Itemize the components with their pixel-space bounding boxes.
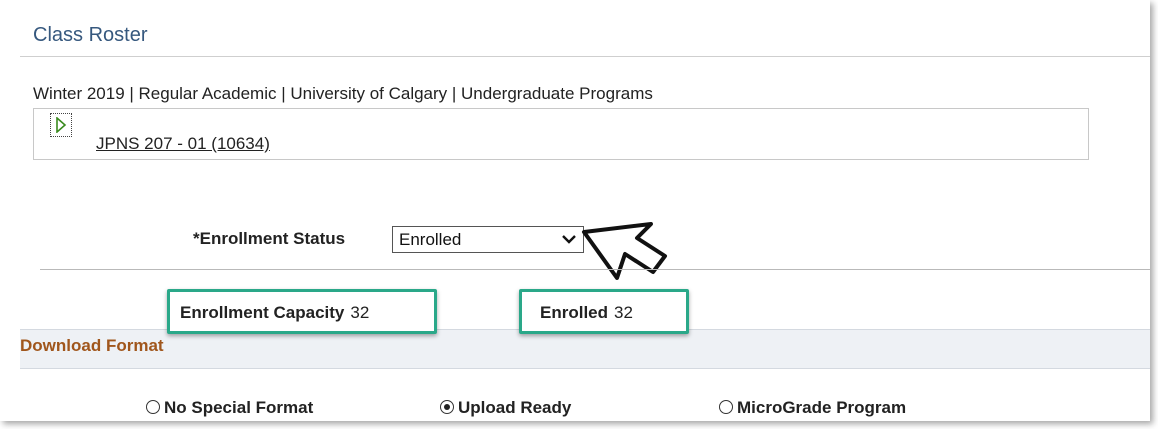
class-roster-panel: Class Roster Winter 2019 | Regular Acade… bbox=[0, 0, 1150, 421]
radio-label: No Special Format bbox=[164, 398, 314, 417]
enrollment-status-value: Enrolled bbox=[399, 230, 462, 249]
enrolled-label: Enrolled bbox=[540, 303, 609, 322]
radio-upload-ready[interactable]: Upload Ready bbox=[440, 398, 571, 418]
enrollment-capacity-value: 32 bbox=[350, 303, 370, 322]
radio-no-special-format[interactable]: No Special Format bbox=[146, 398, 313, 418]
radio-micrograde-program[interactable]: MicroGrade Program bbox=[719, 398, 906, 418]
term-info: Winter 2019 | Regular Academic | Univers… bbox=[33, 84, 653, 103]
chevron-down-icon bbox=[562, 235, 576, 244]
enrollment-status-select[interactable]: Enrolled bbox=[392, 226, 584, 253]
radio-circle-icon[interactable] bbox=[146, 400, 160, 414]
enrolled-count: Enrolled 32 bbox=[540, 303, 633, 323]
title-divider bbox=[20, 56, 1150, 57]
radio-label: MicroGrade Program bbox=[737, 398, 907, 417]
enrolled-count-highlight: Enrolled 32 bbox=[519, 289, 689, 334]
radio-selected-icon[interactable] bbox=[440, 400, 454, 414]
page-title: Class Roster bbox=[33, 24, 148, 46]
expand-section-button[interactable] bbox=[50, 113, 72, 137]
status-divider bbox=[40, 269, 1150, 270]
class-section-link[interactable]: JPNS 207 - 01 (10634) bbox=[96, 134, 270, 154]
radio-circle-icon[interactable] bbox=[719, 400, 733, 414]
class-section-box: JPNS 207 - 01 (10634) bbox=[33, 108, 1089, 160]
download-format-header bbox=[20, 329, 1150, 369]
radio-label: Upload Ready bbox=[458, 398, 572, 417]
enrollment-capacity: Enrollment Capacity 32 bbox=[180, 303, 369, 323]
download-format-title: Download Format bbox=[20, 336, 164, 355]
enrollment-capacity-label: Enrollment Capacity bbox=[180, 303, 345, 322]
enrollment-status-label: *Enrollment Status bbox=[193, 229, 346, 248]
triangle-right-icon bbox=[56, 117, 67, 133]
mouse-pointer-icon bbox=[582, 222, 667, 280]
enrolled-value: 32 bbox=[614, 303, 633, 322]
enrollment-capacity-highlight: Enrollment Capacity 32 bbox=[167, 289, 437, 334]
